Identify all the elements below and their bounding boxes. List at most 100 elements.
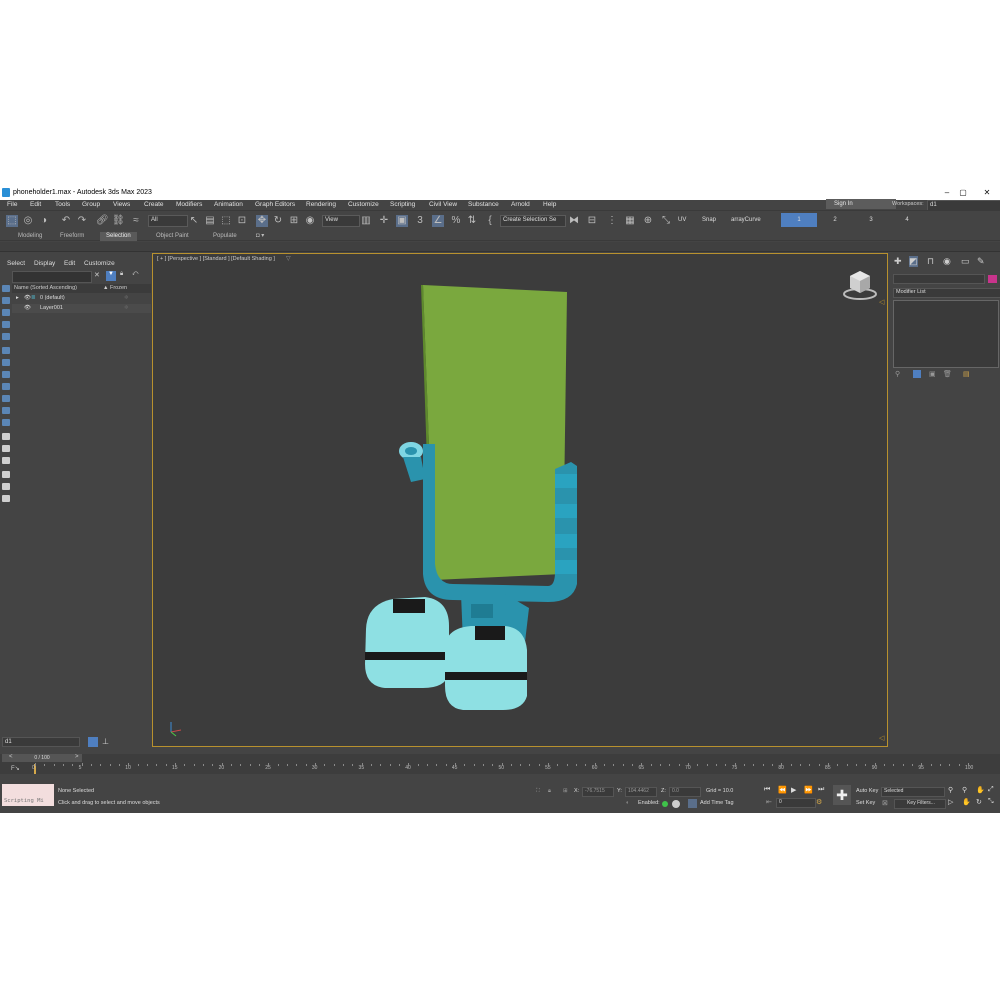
move-icon[interactable]: ✥ — [256, 215, 268, 227]
filter-icon[interactable] — [2, 483, 10, 490]
make-unique-icon[interactable]: ▣ — [929, 370, 936, 378]
viewport-arrow-icon-2[interactable]: ◁ — [879, 734, 884, 742]
motion-tab-icon[interactable]: ◉ — [943, 256, 951, 267]
maximize-viewport-icon[interactable]: ⤡ — [988, 798, 994, 806]
display-groups-icon[interactable] — [2, 383, 10, 390]
tab-1[interactable]: 1 — [781, 213, 817, 227]
scene-menu-select[interactable]: Select — [7, 260, 25, 267]
array-curve-label[interactable]: arrayCurve — [731, 217, 761, 223]
eye-icon[interactable]: 👁︎ — [24, 295, 31, 301]
menu-scripting[interactable]: Scripting — [390, 201, 415, 208]
display-bones-icon[interactable] — [2, 407, 10, 414]
sign-in-button[interactable]: Sign In — [826, 199, 896, 209]
ribbon-options-icon[interactable]: ◘ ▾ — [250, 232, 270, 241]
minimize-button[interactable]: – — [940, 187, 954, 199]
snap-3d-icon[interactable]: 3 — [414, 215, 426, 227]
place-icon[interactable]: ◉ — [304, 215, 316, 227]
sync-icon[interactable]: ⤺ — [132, 271, 140, 281]
search-icon[interactable]: ◑ — [38, 215, 50, 227]
ribbon-tab-freeform[interactable]: Freeform — [54, 232, 90, 241]
menu-file[interactable]: File — [7, 201, 17, 208]
menu-rendering[interactable]: Rendering — [306, 201, 336, 208]
menu-arnold[interactable]: Arnold — [511, 201, 530, 208]
key-set-dropdown[interactable]: Selected — [881, 787, 945, 797]
utilities-tab-icon[interactable]: ✎ — [977, 256, 985, 267]
header-name[interactable]: Name (Sorted Ascending) — [14, 285, 77, 291]
menu-civil-view[interactable]: Civil View — [429, 201, 457, 208]
field-of-view-icon[interactable]: ▷ — [948, 798, 953, 806]
menu-create[interactable]: Create — [144, 201, 164, 208]
scale-icon[interactable]: ⊞ — [288, 215, 300, 227]
zoom-all-icon[interactable]: ⚲ — [962, 786, 967, 794]
layer-hierarchy-icon[interactable]: ⊥ — [102, 737, 109, 746]
pan-icon[interactable]: ✋ — [962, 798, 971, 806]
z-coordinate-field[interactable]: 0.0 — [669, 787, 701, 797]
display-helpers-icon[interactable] — [2, 359, 10, 366]
menu-group[interactable]: Group — [82, 201, 100, 208]
scene-menu-edit[interactable]: Edit — [64, 260, 75, 267]
tab-3[interactable]: 3 — [853, 213, 889, 227]
list-item[interactable]: 👁︎ Layer001 ❄︎ — [12, 304, 151, 313]
display-xrefs-icon[interactable] — [2, 395, 10, 402]
scene-menu-display[interactable]: Display — [34, 260, 55, 267]
configure-sets-icon[interactable]: ▤ — [963, 370, 970, 378]
mirror-icon[interactable]: ⧓ — [568, 215, 580, 227]
scene-search-input[interactable] — [12, 271, 92, 283]
time-config-icon[interactable]: ⚙︎ — [816, 798, 822, 806]
hierarchy-icon[interactable] — [2, 471, 10, 478]
key-mode-toggle-icon[interactable]: ⊠ — [882, 799, 888, 807]
snap-label[interactable]: Snap — [702, 217, 716, 223]
named-selection-dropdown[interactable]: Create Selection Se — [500, 215, 566, 227]
x-coordinate-field[interactable]: -76.7515 — [582, 787, 614, 797]
tab-4[interactable]: 4 — [889, 213, 925, 227]
ribbon-tab-object-paint[interactable]: Object Paint — [150, 232, 195, 241]
angle-snap-icon[interactable]: ∠ — [432, 215, 444, 227]
help-icon[interactable]: ◎ — [22, 215, 34, 227]
modify-tab-icon[interactable]: ◩ — [909, 256, 918, 267]
redo-icon[interactable]: ↷ — [76, 215, 88, 227]
isolate-icon[interactable]: ⛶ — [536, 788, 540, 795]
maximize-button[interactable]: ▢ — [956, 187, 970, 199]
menu-edit[interactable]: Edit — [30, 201, 41, 208]
add-time-tag[interactable]: Add Time Tag — [700, 800, 734, 806]
pin-stack-icon[interactable]: ⚲ — [895, 370, 900, 378]
display-spacewarps-icon[interactable] — [2, 371, 10, 378]
unlink-icon[interactable]: ⛓︎ — [112, 215, 125, 227]
graph-editor-icon[interactable]: ⊕ — [642, 215, 654, 227]
expand-arrow-icon[interactable]: ▸ — [16, 295, 19, 301]
modifier-stack[interactable] — [893, 300, 999, 368]
enabled-indicator-icon[interactable] — [662, 801, 668, 807]
edit-named-selection-icon[interactable]: { — [484, 215, 496, 227]
bind-spacewarp-icon[interactable]: ≈ — [130, 215, 142, 227]
viewport-arrow-icon[interactable]: ◁ — [879, 298, 884, 306]
menu-views[interactable]: Views — [113, 201, 130, 208]
filter-toggle-icon[interactable]: ▼ — [106, 271, 116, 281]
keyboard-shortcut-icon[interactable]: ▣ — [396, 215, 408, 227]
explorer-folder-icon[interactable] — [2, 495, 10, 502]
menu-help[interactable]: Help — [543, 201, 556, 208]
undo-icon[interactable]: ↶ — [60, 215, 72, 227]
freeze-icon[interactable]: ❄︎ — [124, 295, 129, 301]
percent-snap-icon[interactable]: % — [450, 215, 462, 227]
set-keys-button[interactable]: ✚ — [833, 785, 851, 805]
orbit-subobject-icon[interactable]: ↻ — [976, 798, 982, 806]
sort-icon[interactable] — [2, 457, 10, 464]
display-all-icon[interactable] — [2, 297, 10, 304]
ribbon-tab-modeling[interactable]: Modeling — [12, 232, 48, 241]
scene-menu-customize[interactable]: Customize — [84, 260, 115, 267]
selection-lock-icon[interactable]: 🔒︎ — [548, 788, 551, 795]
zoom-icon[interactable]: ⚲ — [948, 786, 953, 794]
align-icon[interactable]: ⊟ — [586, 215, 598, 227]
header-frozen[interactable]: ▲ Frozen — [103, 285, 127, 291]
menu-tools[interactable]: Tools — [55, 201, 70, 208]
spinner-snap-icon[interactable]: ⇅ — [466, 215, 478, 227]
display-tab-icon[interactable]: ▭ — [961, 256, 970, 267]
object-color-swatch[interactable] — [988, 275, 997, 283]
display-containers-icon[interactable] — [2, 419, 10, 426]
rotate-icon[interactable]: ↻ — [272, 215, 284, 227]
next-frame-icon[interactable]: ⏩ — [804, 786, 813, 794]
layer-toggle-icon[interactable] — [88, 737, 98, 747]
freeze-icon[interactable]: ❄︎ — [124, 305, 129, 311]
link-icon[interactable]: 🔗︎ — [96, 215, 109, 227]
object-name-field[interactable] — [893, 274, 985, 284]
